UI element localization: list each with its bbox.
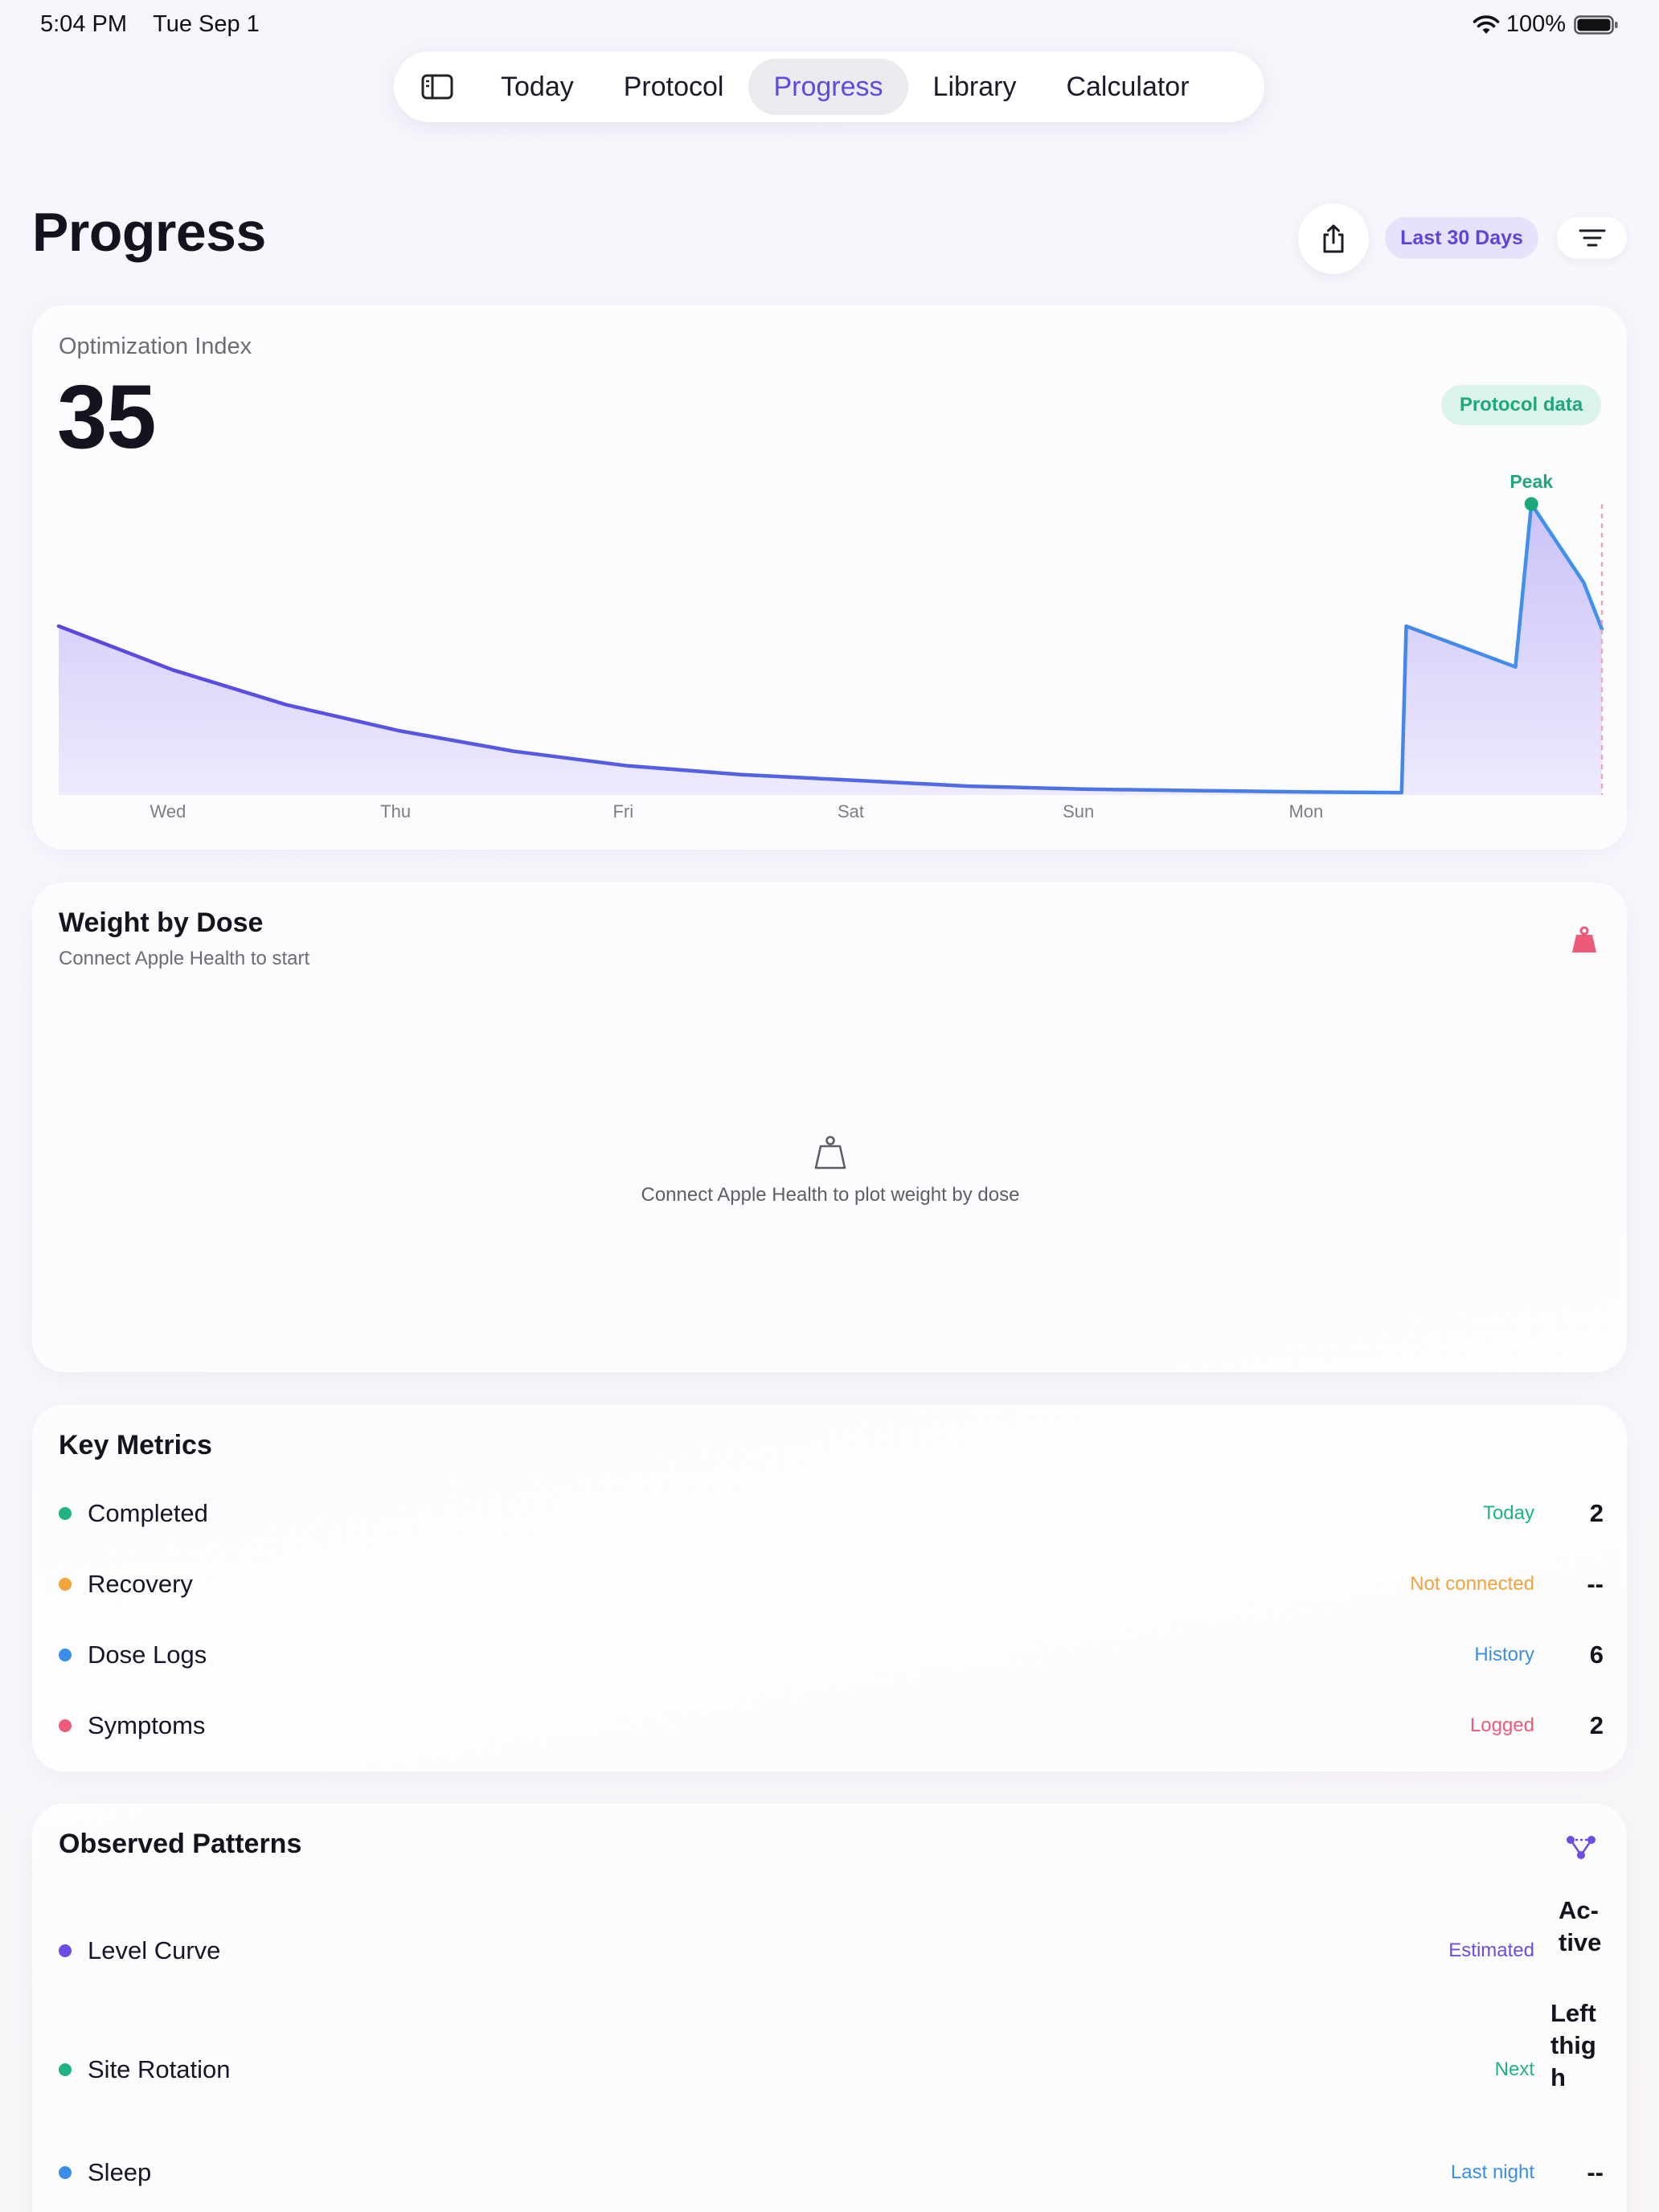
date-range-button[interactable]: Last 30 Days	[1385, 217, 1538, 259]
weight-by-dose-card: Weight by Dose Connect Apple Health to s…	[32, 883, 1627, 1372]
pattern-dot	[59, 1944, 72, 1957]
tab-calculator[interactable]: Calculator	[1041, 59, 1214, 115]
wifi-icon	[1473, 14, 1500, 34]
metric-dot	[59, 1507, 72, 1520]
pattern-value-level-curve: Ac- tive	[1559, 1895, 1601, 1959]
metric-value: 2	[1589, 1499, 1604, 1527]
weight-placeholder-icon	[814, 1136, 846, 1169]
pattern-value-site-rotation: Left thig h	[1550, 1997, 1596, 2094]
share-icon	[1323, 224, 1344, 253]
filter-button[interactable]	[1557, 217, 1627, 259]
metric-tag: History	[1474, 1644, 1534, 1665]
metric-dot	[59, 1649, 72, 1661]
status-indicators: 100%	[1473, 11, 1619, 38]
metric-value: 2	[1589, 1711, 1604, 1739]
optimization-label: Optimization Index	[59, 334, 252, 359]
chart-peak-point	[1524, 497, 1538, 511]
status-date: Tue Sep 1	[153, 11, 260, 37]
chart-x-tick-wed: Wed	[150, 801, 186, 821]
metrics-title: Key Metrics	[59, 1430, 212, 1460]
chart-area-fill	[59, 504, 1602, 795]
pattern-value-line: thig	[1550, 2031, 1596, 2059]
metric-tag: Not connected	[1410, 1573, 1534, 1595]
metric-dot	[59, 1719, 72, 1732]
chart-x-tick-mon: Mon	[1288, 801, 1323, 821]
metric-label: Dose Logs	[88, 1641, 207, 1669]
status-bar: 5:04 PM Tue Sep 1 100%	[0, 0, 1659, 51]
chart-x-tick-fri: Fri	[612, 801, 633, 821]
metric-label: Symptoms	[88, 1711, 206, 1739]
tab-library[interactable]: Library	[908, 59, 1042, 115]
pattern-dot	[59, 2166, 72, 2179]
tab-protocol[interactable]: Protocol	[599, 59, 749, 115]
status-time-date: 5:04 PM Tue Sep 1	[40, 11, 260, 38]
pattern-row-sleep[interactable]: Sleep Last night --	[33, 2147, 1628, 2195]
metric-value: 6	[1589, 1641, 1604, 1669]
pattern-row-level-curve[interactable]: Level Curve Estimated	[33, 1925, 1628, 1973]
metric-row-symptoms[interactable]: Symptoms Logged 2	[33, 1700, 1628, 1748]
battery-percent: 100%	[1505, 11, 1566, 37]
sidebar-icon	[421, 74, 453, 100]
metric-tag: Today	[1482, 1502, 1534, 1524]
metric-row-completed[interactable]: Completed Today 2	[33, 1488, 1628, 1536]
key-metrics-card: Key Metrics Completed Today 2 Recovery N…	[32, 1405, 1627, 1772]
optimization-index-card: Peak Wed Thu Fri Sat Sun Mon Optimization Inde…	[32, 305, 1627, 850]
optimization-value: 35	[57, 367, 157, 467]
metric-row-recovery[interactable]: Recovery Not connected --	[33, 1559, 1628, 1607]
metric-label: Completed	[88, 1499, 208, 1527]
weight-icon	[1572, 926, 1596, 952]
share-button[interactable]	[1298, 203, 1369, 274]
metric-value: --	[1587, 1570, 1604, 1598]
pattern-tag: Estimated	[1448, 1940, 1534, 1961]
pattern-row-site-rotation[interactable]: Site Rotation Next	[33, 2044, 1628, 2092]
top-navigation: Today Protocol Progress Library Calculat…	[394, 51, 1264, 122]
chart-x-tick-sat: Sat	[838, 801, 864, 821]
status-time: 5:04 PM	[40, 11, 127, 37]
sidebar-toggle-button[interactable]	[412, 61, 463, 113]
pattern-value-line: h	[1550, 2063, 1566, 2091]
observed-patterns-card: Observed Patterns Level Curve Estimated …	[32, 1804, 1627, 2212]
weight-subtitle: Connect Apple Health to start	[59, 948, 310, 969]
page-title: Progress	[32, 202, 266, 263]
pattern-tag: Next	[1494, 2058, 1534, 2080]
pattern-value-line: tive	[1559, 1928, 1602, 1956]
metric-label: Recovery	[88, 1570, 193, 1598]
chart-x-tick-thu: Thu	[380, 801, 411, 821]
pattern-label: Site Rotation	[88, 2055, 231, 2083]
metric-dot	[59, 1578, 72, 1591]
patterns-title: Observed Patterns	[59, 1829, 302, 1859]
tab-progress[interactable]: Progress	[748, 59, 908, 115]
pattern-dot	[59, 2063, 72, 2076]
metric-row-dose-logs[interactable]: Dose Logs History 6	[33, 1629, 1628, 1677]
chart-peak-label: Peak	[1509, 471, 1553, 492]
pattern-value: --	[1587, 2158, 1604, 2186]
pattern-value-line: Ac-	[1559, 1896, 1599, 1924]
pattern-label: Level Curve	[88, 1936, 221, 1964]
weight-empty-message: Connect Apple Health to plot weight by d…	[641, 1184, 1020, 1206]
weight-title: Weight by Dose	[59, 907, 264, 938]
filter-icon	[1579, 229, 1605, 247]
protocol-data-badge: Protocol data	[1441, 385, 1601, 425]
chart-x-tick-sun: Sun	[1063, 801, 1094, 821]
pattern-label: Sleep	[88, 2158, 152, 2186]
tab-today[interactable]: Today	[476, 59, 599, 115]
optimization-chart: Peak Wed Thu Fri Sat Sun Mon	[56, 471, 1604, 821]
pattern-nodes-icon	[1567, 1836, 1596, 1859]
pattern-value-line: Left	[1550, 1999, 1596, 2027]
pattern-tag: Last night	[1450, 2161, 1534, 2183]
metric-tag: Logged	[1469, 1714, 1534, 1736]
battery-icon	[1574, 14, 1618, 35]
